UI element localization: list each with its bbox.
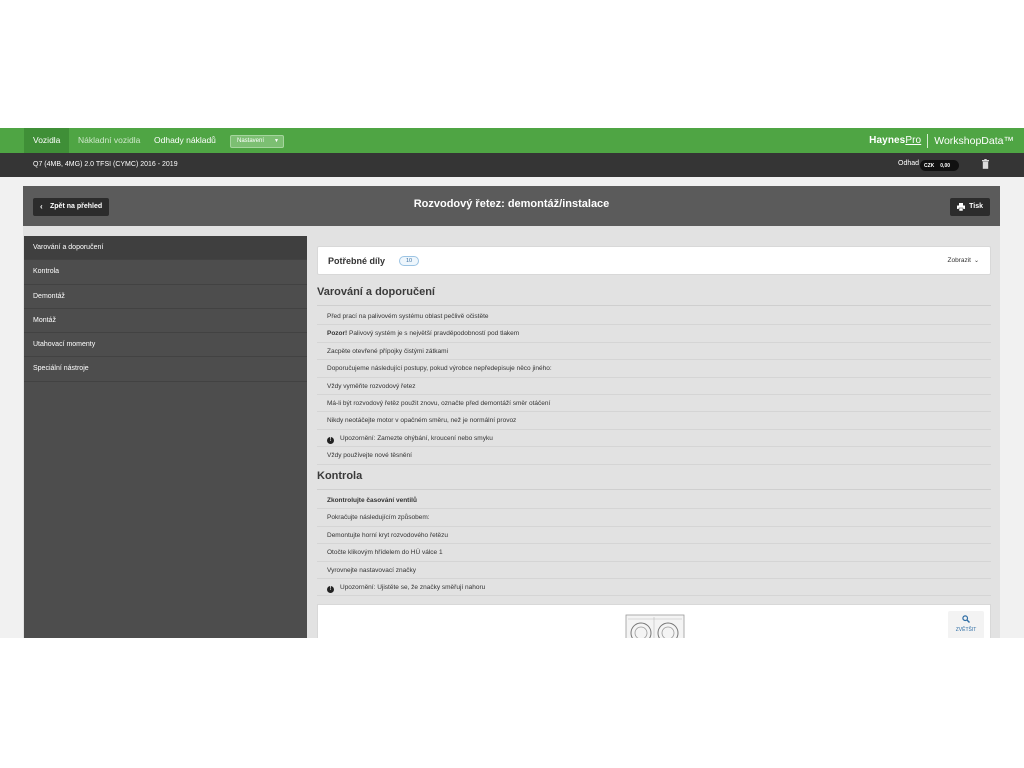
sidebar-item-kontrola[interactable]: Kontrola bbox=[24, 260, 307, 285]
page-title: Rozvodový řetez: demontáž/instalace bbox=[413, 198, 610, 210]
sidebar-item-montaz[interactable]: Montáž bbox=[24, 309, 307, 334]
tab-odhady-nakladu[interactable]: Odhady nákladů bbox=[145, 128, 225, 153]
list-item-warning: ! Upozornění: Zamezte ohýbání, kroucení n… bbox=[317, 430, 991, 448]
procedure-figure[interactable]: ZVĚTŠIT bbox=[317, 604, 991, 638]
zoom-button-label: ZVĚTŠIT bbox=[955, 627, 977, 633]
sidebar-item-specialni-nastroje[interactable]: Speciální nástroje bbox=[24, 357, 307, 382]
print-button-label: Tisk bbox=[969, 203, 983, 210]
exclamation-icon: ! bbox=[327, 436, 334, 444]
list-item: Doporučujeme následující postupy, pokud … bbox=[317, 360, 991, 378]
divider bbox=[317, 305, 991, 306]
currency-label: CZK bbox=[924, 162, 935, 169]
zoom-button[interactable]: ZVĚTŠIT bbox=[948, 611, 984, 638]
list-item: Pokračujte následujícím způsobem: bbox=[317, 509, 991, 527]
list-item: Otočte klikovým hřídelem do HÚ válce 1 bbox=[317, 544, 991, 562]
chevron-down-icon: ▼ bbox=[274, 138, 279, 144]
list-item-warning: ! Upozornění: Ujistěte se, že značky směř… bbox=[317, 579, 991, 597]
haynes-logo: HaynesPro bbox=[869, 135, 922, 146]
settings-dropdown-label: Nastavení bbox=[237, 138, 265, 144]
brand-logo: HaynesPro WorkshopData™ bbox=[869, 128, 1024, 153]
list-item: Demontujte horní kryt rozvodového řetězu bbox=[317, 527, 991, 545]
list-item: Vždy vyměňte rozvodový řetez bbox=[317, 378, 991, 395]
exclamation-icon: ! bbox=[327, 586, 334, 593]
vehicle-name: Q7 (4MB, 4MG) 2.0 TFSI (CYMC) 2016 - 201… bbox=[33, 161, 178, 168]
list-item: Pozor! Palivový systém je s největší pra… bbox=[317, 325, 991, 343]
divider bbox=[317, 489, 991, 490]
list-item: Zkontrolujte časování ventilů bbox=[317, 492, 991, 510]
settings-dropdown[interactable]: Nastavení ▼ bbox=[230, 135, 284, 148]
vehicle-bar: Q7 (4MB, 4MG) 2.0 TFSI (CYMC) 2016 - 201… bbox=[0, 153, 1024, 177]
sidebar-item-utahovaci-momenty[interactable]: Utahovací momenty bbox=[24, 333, 307, 358]
list-item: Vyrovnejte nastavovací značky bbox=[317, 562, 991, 579]
tab-vozidla[interactable]: Vozidla bbox=[24, 128, 70, 153]
list-item: Před prací na palivovém systému oblast p… bbox=[317, 308, 991, 326]
trash-icon[interactable] bbox=[982, 159, 989, 169]
magnifier-icon bbox=[962, 615, 970, 623]
required-parts-label: Potřebné díly bbox=[328, 256, 386, 266]
engine-diagram-image bbox=[625, 614, 685, 638]
section-title-warnings: Varování a doporučení bbox=[317, 286, 435, 298]
show-parts-toggle[interactable]: Zobrazit ⌄ bbox=[947, 257, 979, 264]
list-item: Zacpěte otevřené přípojky čistými zátkam… bbox=[317, 343, 991, 361]
print-icon bbox=[957, 203, 966, 211]
tab-nakladni-vozidla[interactable]: Nákladní vozidla bbox=[69, 128, 149, 153]
procedure-panel: ‹ Zpět na přehled Rozvodový řetez: demon… bbox=[23, 186, 1000, 638]
print-button[interactable]: Tisk bbox=[950, 198, 990, 216]
sidebar-item-varovani[interactable]: Varování a doporučení bbox=[24, 236, 307, 261]
section-sidebar: Varování a doporučení Kontrola Demontáž … bbox=[24, 236, 307, 638]
required-parts-box[interactable]: Potřebné díly 10 Zobrazit ⌄ bbox=[317, 246, 991, 275]
brand-divider bbox=[927, 133, 929, 148]
product-name: WorkshopData™ bbox=[934, 134, 1014, 147]
app-window: Vozidla Nákladní vozidla Odhady nákladů … bbox=[0, 128, 1024, 638]
estimate-amount: 0,00 bbox=[940, 162, 951, 169]
sidebar-item-demontaz[interactable]: Demontáž bbox=[24, 285, 307, 309]
procedure-header: ‹ Zpět na přehled Rozvodový řetez: demon… bbox=[23, 186, 1000, 226]
section-title-check: Kontrola bbox=[317, 470, 363, 482]
procedure-content: Potřebné díly 10 Zobrazit ⌄ Varování a do… bbox=[317, 246, 991, 638]
chevron-down-icon: ⌄ bbox=[973, 258, 979, 264]
estimate-badge[interactable]: CZK 0,00 bbox=[920, 160, 959, 171]
list-item: Vždy používejte nové těsnění bbox=[317, 447, 991, 465]
estimate-label: Odhad bbox=[898, 160, 920, 167]
list-item: Má-li být rozvodový řetěz použit znovu, … bbox=[317, 395, 991, 413]
list-item: Nikdy neotáčejte motor v opačném směru, … bbox=[317, 412, 991, 430]
top-nav-bar: Vozidla Nákladní vozidla Odhady nákladů … bbox=[0, 128, 1024, 153]
parts-count-badge: 10 bbox=[399, 256, 419, 266]
